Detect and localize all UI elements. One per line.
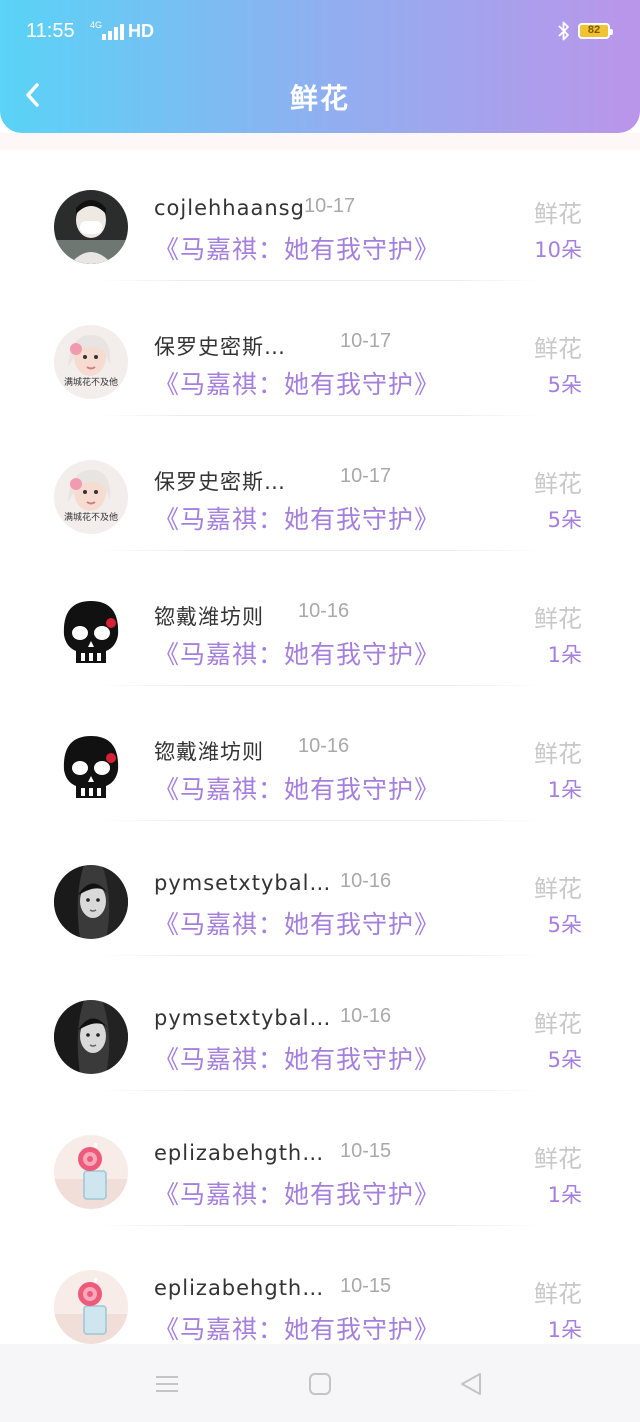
nav-back-button[interactable] [456,1369,486,1399]
status-bar: 11:55 4G HD 82 [0,0,640,64]
gift-type: 鲜花 [534,740,582,768]
divider [100,415,540,416]
system-navbar [0,1344,640,1422]
username[interactable]: pymsetxtybal… [154,871,331,895]
battery-level: 82 [587,24,601,36]
book-title[interactable]: 《马嘉祺：她有我守护》 [154,500,440,536]
avatar[interactable] [54,1135,128,1209]
gift-count: 5朵 [547,1048,582,1072]
book-title[interactable]: 《马嘉祺：她有我守护》 [154,635,440,671]
username[interactable]: pymsetxtybal… [154,1006,331,1030]
list-item[interactable]: 满城花不及他 保罗史密斯… 10-17 《马嘉祺：她有我守护》 鲜花 5朵 [0,285,640,420]
list-item[interactable]: pymsetxtybal… 10-16 《马嘉祺：她有我守护》 鲜花 5朵 [0,825,640,960]
gift-type: 鲜花 [534,1145,582,1173]
date: 10-17 [304,195,356,217]
gift-count: 5朵 [547,508,582,532]
date: 10-17 [340,465,392,487]
date: 10-15 [340,1140,392,1162]
menu-icon [156,1376,178,1392]
avatar[interactable] [54,730,128,804]
divider [100,1090,540,1091]
date: 10-16 [340,870,392,892]
gift-count: 5朵 [547,913,582,937]
gift-type: 鲜花 [534,335,582,363]
username[interactable]: 保罗史密斯… [154,466,286,496]
book-title[interactable]: 《马嘉祺：她有我守护》 [154,1175,440,1211]
divider [100,685,540,686]
battery-icon: 82 [578,23,613,39]
home-button[interactable] [305,1369,335,1399]
gift-type: 鲜花 [534,1010,582,1038]
date: 10-17 [340,330,392,352]
avatar[interactable] [54,865,128,939]
username[interactable]: 保罗史密斯… [154,331,286,361]
date: 10-16 [298,735,350,757]
list-item[interactable]: eplizabehgth… 10-15 《马嘉祺：她有我守护》 鲜花 1朵 [0,1095,640,1230]
divider [100,550,540,551]
avatar-caption: 满城花不及他 [63,378,118,388]
date: 10-16 [298,600,350,622]
book-title[interactable]: 《马嘉祺：她有我守护》 [154,365,440,401]
username[interactable]: cojlehhaansg [154,196,305,220]
divider [100,1225,540,1226]
list-item[interactable]: 锪戴潍坊则 10-16 《马嘉祺：她有我守护》 鲜花 1朵 [0,555,640,690]
gift-type: 鲜花 [534,200,582,228]
gift-count: 1朵 [547,1183,582,1207]
divider [100,820,540,821]
avatar[interactable] [54,1000,128,1074]
book-title[interactable]: 《马嘉祺：她有我守护》 [154,1310,440,1346]
home-square-icon [309,1373,331,1395]
bluetooth-icon [558,21,569,41]
date: 10-16 [340,1005,392,1027]
username[interactable]: eplizabehgth… [154,1141,324,1165]
book-title[interactable]: 《马嘉祺：她有我守护》 [154,770,440,806]
username[interactable]: eplizabehgth… [154,1276,324,1300]
section-gap [0,133,640,150]
book-title[interactable]: 《马嘉祺：她有我守护》 [154,230,440,266]
signal-icon: 4G [90,20,130,44]
menu-button[interactable] [152,1369,182,1399]
gift-count: 1朵 [547,1318,582,1342]
book-title[interactable]: 《马嘉祺：她有我守护》 [154,905,440,941]
gift-count: 10朵 [534,238,582,262]
gift-type: 鲜花 [534,605,582,633]
username[interactable]: 锪戴潍坊则 [154,736,264,766]
avatar[interactable] [54,1270,128,1344]
page-title: 鲜花 [289,82,350,115]
avatar-caption: 满城花不及他 [63,513,118,523]
gift-type: 鲜花 [534,875,582,903]
gift-count: 1朵 [547,643,582,667]
list-item[interactable]: pymsetxtybal… 10-16 《马嘉祺：她有我守护》 鲜花 5朵 [0,960,640,1095]
gift-type: 鲜花 [534,1280,582,1308]
list-item[interactable]: 满城花不及他 保罗史密斯… 10-17 《马嘉祺：她有我守护》 鲜花 5朵 [0,420,640,555]
book-title[interactable]: 《马嘉祺：她有我守护》 [154,1040,440,1076]
list-item[interactable]: 锪戴潍坊则 10-16 《马嘉祺：她有我守护》 鲜花 1朵 [0,690,640,825]
gift-count: 1朵 [547,778,582,802]
back-triangle-icon [461,1373,481,1395]
avatar[interactable] [54,190,128,264]
avatar[interactable]: 满城花不及他 [54,460,128,534]
divider [100,280,540,281]
flower-list: cojlehhaansg 10-17 《马嘉祺：她有我守护》 鲜花 10朵 满城… [0,150,640,1365]
username[interactable]: 锪戴潍坊则 [154,601,264,631]
gift-type: 鲜花 [534,470,582,498]
date: 10-15 [340,1275,392,1297]
avatar[interactable] [54,595,128,669]
hd-indicator: HD [128,21,154,41]
list-item[interactable]: cojlehhaansg 10-17 《马嘉祺：她有我守护》 鲜花 10朵 [0,150,640,285]
top-header: 11:55 4G HD 82 鲜花 [0,0,640,133]
divider [100,955,540,956]
avatar[interactable]: 满城花不及他 [54,325,128,399]
status-time: 11:55 [26,20,75,42]
network-type: 4G [90,20,103,30]
gift-count: 5朵 [547,373,582,397]
